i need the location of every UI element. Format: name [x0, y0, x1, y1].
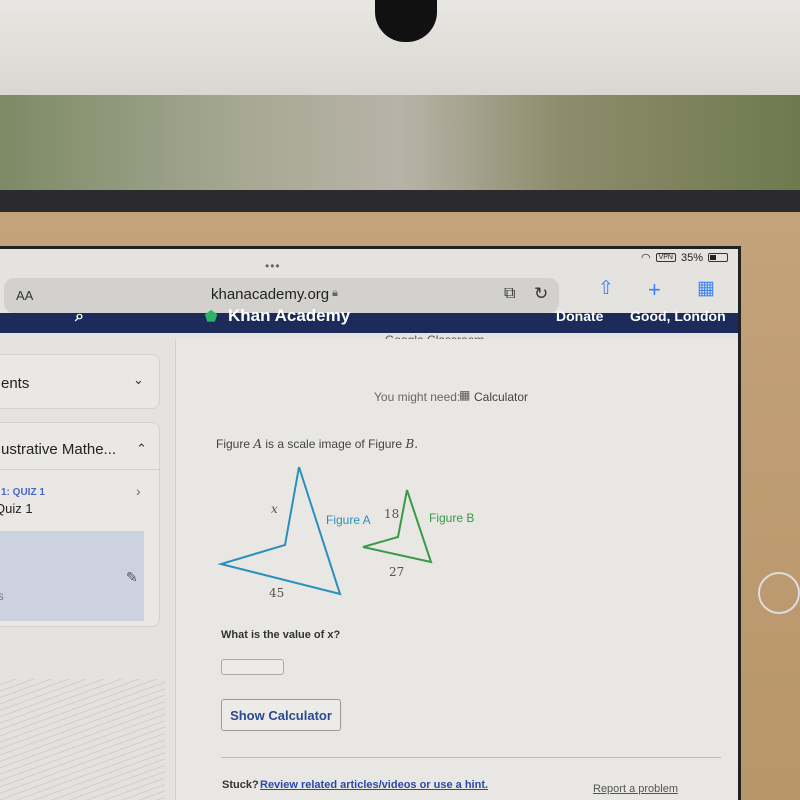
stuck-label: Stuck? [222, 779, 259, 791]
decorative-illustration [0, 679, 165, 800]
site-header: ⌕ ⬟ Khan Academy Donate Good, London [0, 306, 738, 333]
quiz-label[interactable]: 1: QUIZ 1 [1, 487, 45, 498]
sidebar-card-course: ustrative Mathe... ⌃ 1: QUIZ 1 › Quiz 1 … [0, 422, 160, 627]
show-calculator-button[interactable]: Show Calculator [221, 699, 341, 731]
figure-b-side-left: 18 [384, 507, 400, 521]
course-title[interactable]: ustrative Mathe... [1, 441, 116, 458]
chevron-up-icon[interactable]: ⌃ [136, 441, 147, 457]
battery-icon [708, 253, 728, 262]
might-need-label: You might need: [374, 390, 461, 404]
report-problem-link[interactable]: Report a problem [593, 783, 678, 795]
quiz-title[interactable]: Quiz 1 [0, 501, 33, 516]
figure-b-shape [362, 489, 433, 564]
figure-a-side-x: x [271, 502, 278, 516]
figure-a-side-bottom: 45 [269, 586, 285, 600]
figure-a-label: Figure A [326, 513, 371, 527]
site-logo[interactable]: Khan Academy [228, 306, 350, 326]
home-button [758, 572, 800, 614]
sidebar-selected-item[interactable]: gs ✎ [0, 531, 144, 621]
multitask-dots[interactable]: ••• [265, 259, 281, 273]
lock-icon: 🔒︎ [332, 287, 338, 299]
text-size-button[interactable]: AA [16, 288, 33, 303]
figure-a-shape [217, 467, 342, 596]
figure-b-label: Figure B [429, 511, 475, 525]
question-text: What is the value of x? [221, 629, 341, 641]
donate-link[interactable]: Donate [556, 308, 603, 324]
question-prompt: Figure A is a scale image of Figure B. [216, 437, 419, 451]
sidebar-card-assignments[interactable]: ents ⌄ [0, 354, 160, 409]
edit-icon: ✎ [126, 569, 138, 585]
wifi-icon: ◠ [640, 252, 651, 264]
khan-logo-icon: ⬟ [205, 308, 218, 324]
tabs-icon[interactable]: ▦ [697, 277, 715, 300]
vpn-badge: VPN [655, 253, 676, 262]
divider [221, 757, 721, 758]
chevron-down-icon[interactable]: ⌄ [133, 372, 144, 388]
hint-link[interactable]: Review related articles/videos or use a … [260, 779, 488, 791]
calculator-icon: ▦ [459, 388, 471, 402]
ipad-screen: ••• ◠ VPN 35% AA khanacademy.org 🔒︎ ⧉ ↻ … [0, 246, 741, 800]
extension-icon[interactable]: ⧉ [504, 285, 515, 303]
calculator-link[interactable]: Calculator [474, 390, 528, 404]
url-text[interactable]: khanacademy.org [211, 286, 329, 303]
share-icon[interactable]: ⇧ [598, 277, 614, 300]
reload-icon[interactable]: ↻ [534, 284, 548, 304]
sidebar-section-title: ents [1, 375, 30, 392]
chevron-right-icon[interactable]: › [136, 483, 141, 499]
new-tab-icon[interactable]: + [648, 277, 661, 303]
status-bar: ◠ VPN 35% [641, 251, 728, 264]
plants-background [0, 95, 800, 195]
search-icon[interactable]: ⌕ [75, 308, 84, 326]
figure-b-side-bottom: 27 [389, 565, 405, 579]
user-greeting[interactable]: Good, London [630, 308, 726, 324]
exercise-panel: You might need: ▦ Calculator Figure A is… [175, 339, 738, 800]
answer-input[interactable] [221, 659, 284, 675]
battery-percent: 35% [680, 251, 703, 264]
figures-diagram [217, 467, 433, 596]
